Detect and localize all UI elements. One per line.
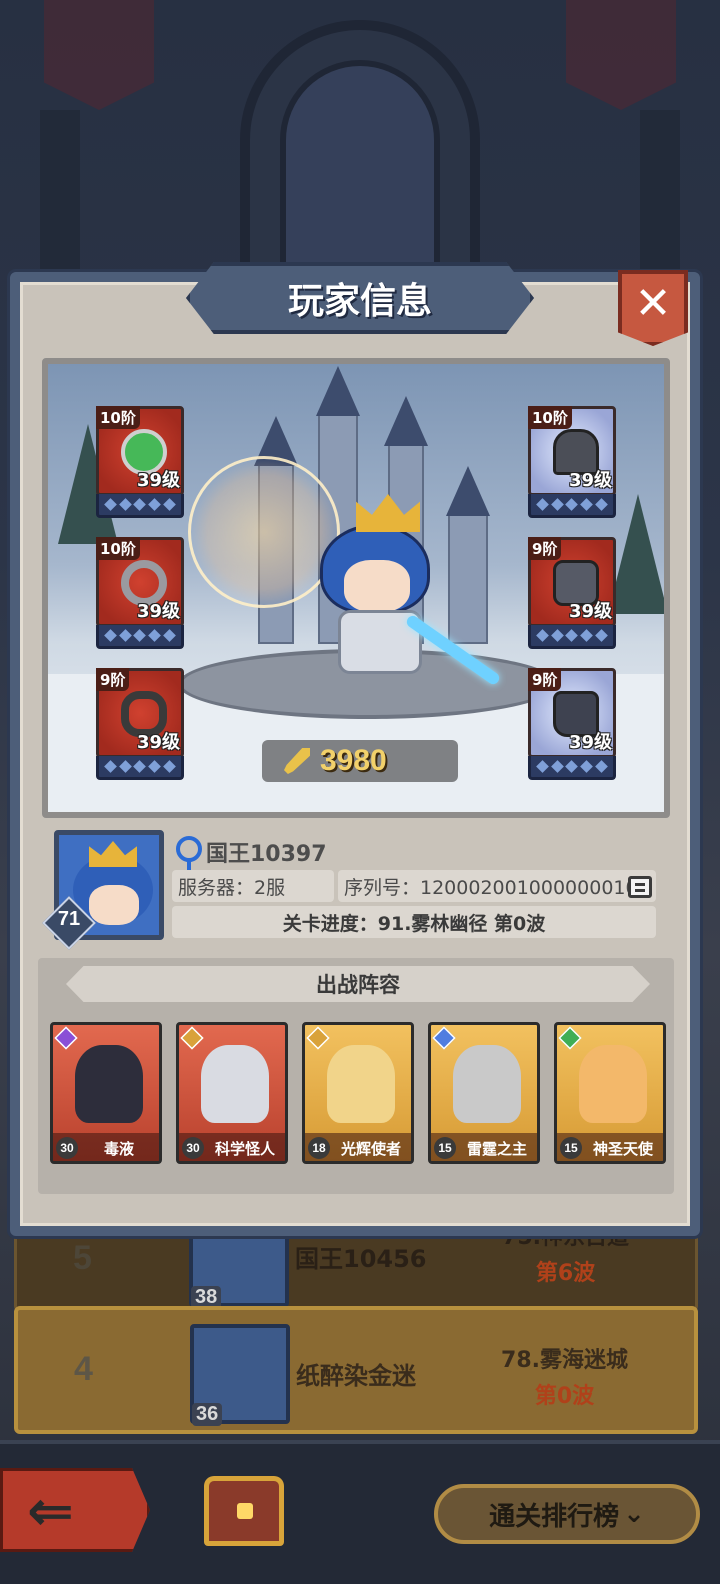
rank-stage-wave: 第0波 bbox=[534, 1384, 595, 1409]
equipment-tier: 9阶 bbox=[96, 668, 130, 691]
hero-character bbox=[302, 494, 502, 704]
server-label: 服务器：2服 bbox=[178, 876, 286, 899]
crown-icon bbox=[356, 494, 420, 532]
hero-portrait bbox=[201, 1045, 269, 1123]
pillar-decoration bbox=[640, 110, 680, 290]
hero-name: 雷霆之主 bbox=[466, 1139, 527, 1158]
combat-power-value: 3980 bbox=[320, 744, 387, 777]
rank-avatar-level: 36 bbox=[192, 1403, 223, 1426]
close-button[interactable]: ✕ bbox=[618, 270, 688, 346]
hero-level: 15 bbox=[434, 1137, 456, 1159]
close-icon: ✕ bbox=[634, 278, 672, 329]
rank-player-name: 纸醉染金迷 bbox=[296, 1362, 416, 1390]
chest-icon[interactable] bbox=[204, 1476, 284, 1546]
combat-power: 3980 bbox=[262, 740, 458, 782]
lineup-title-text: 出战阵容 bbox=[316, 973, 400, 997]
back-arrow-icon: ⇐ bbox=[27, 1479, 74, 1544]
stage-progress-field: 关卡进度：91.雾林幽径 第0波 bbox=[172, 906, 656, 938]
hero-card-angel[interactable]: 神圣天使 15 bbox=[554, 1022, 666, 1164]
rank-stage-wave: 第6波 bbox=[535, 1261, 596, 1286]
back-button[interactable]: ⇐ bbox=[0, 1468, 150, 1552]
star-pips bbox=[96, 756, 184, 780]
rank-stage: 78.雾海迷城 第0波 bbox=[501, 1342, 628, 1410]
hero-portrait bbox=[327, 1045, 395, 1123]
player-level: 71 bbox=[57, 908, 81, 930]
leaderboard-label: 通关排行榜 bbox=[489, 1501, 620, 1532]
hero-name: 科学怪人 bbox=[214, 1139, 275, 1158]
equipment-slot-boots[interactable]: 9阶 39级 bbox=[528, 668, 616, 780]
rank-number: 5 bbox=[73, 1239, 92, 1277]
rank-player-name: 国王10456 bbox=[295, 1245, 427, 1273]
pine-tree-decoration bbox=[608, 494, 664, 614]
rarity-icon bbox=[180, 1026, 204, 1050]
modal-title: 玩家信息 bbox=[287, 281, 432, 322]
rarity-icon bbox=[306, 1026, 330, 1050]
equipment-level: 39级 bbox=[568, 732, 612, 753]
equipment-slot-ring[interactable]: 10阶 39级 bbox=[96, 537, 184, 649]
star-pips bbox=[528, 756, 616, 780]
rarity-icon bbox=[54, 1026, 78, 1050]
hero-level: 15 bbox=[560, 1137, 582, 1159]
equipment-slot-armor[interactable]: 9阶 39级 bbox=[528, 537, 616, 649]
male-gender-icon bbox=[176, 836, 202, 872]
pillar-decoration bbox=[40, 110, 80, 290]
lineup-title: 出战阵容 bbox=[66, 966, 650, 1002]
power-sword-icon bbox=[284, 748, 310, 774]
equipment-tier: 10阶 bbox=[528, 406, 572, 429]
hero-portrait bbox=[579, 1045, 647, 1123]
rank-number: 4 bbox=[74, 1350, 93, 1388]
crown-icon bbox=[89, 841, 137, 867]
hero-card-venom[interactable]: 毒液 30 bbox=[50, 1022, 162, 1164]
serial-label: 序列号：1200020010000000103 bbox=[344, 876, 650, 899]
equipment-slot-bracelet[interactable]: 9阶 39级 bbox=[96, 668, 184, 780]
serial-field: 序列号：1200020010000000103 bbox=[338, 870, 656, 902]
hero-card-scientist[interactable]: 科学怪人 30 bbox=[176, 1022, 288, 1164]
rarity-icon bbox=[558, 1026, 582, 1050]
equipment-level: 39级 bbox=[568, 470, 612, 491]
copy-icon[interactable] bbox=[628, 876, 652, 898]
equipment-slot-amulet[interactable]: 10阶 39级 bbox=[96, 406, 184, 518]
hero-portrait bbox=[453, 1045, 521, 1123]
equipment-level: 39级 bbox=[136, 601, 180, 622]
hero-level: 30 bbox=[182, 1137, 204, 1159]
player-name: 国王10397 bbox=[206, 842, 327, 867]
equipment-level: 39级 bbox=[136, 732, 180, 753]
equipment-level: 39级 bbox=[136, 470, 180, 491]
star-pips bbox=[96, 494, 184, 518]
leaderboard-button[interactable]: 通关排行榜 ⌄ bbox=[434, 1484, 700, 1544]
hero-name: 光辉使者 bbox=[340, 1139, 401, 1158]
rank-stage-name: 78.雾海迷城 bbox=[501, 1348, 628, 1373]
star-pips bbox=[528, 494, 616, 518]
hero-card-radiant[interactable]: 光辉使者 18 bbox=[302, 1022, 414, 1164]
equipment-level: 39级 bbox=[568, 601, 612, 622]
stage-progress-label: 关卡进度：91.雾林幽径 第0波 bbox=[282, 912, 546, 935]
equipment-slot-helmet[interactable]: 10阶 39级 bbox=[528, 406, 616, 518]
equipment-tier: 10阶 bbox=[96, 537, 140, 560]
rank-avatar: 36 bbox=[190, 1324, 290, 1426]
modal-title-plate: 玩家信息 bbox=[186, 262, 534, 334]
star-pips bbox=[96, 625, 184, 649]
chevron-down-icon: ⌄ bbox=[623, 1499, 645, 1529]
window-arch-inner-decoration bbox=[280, 60, 440, 280]
star-pips bbox=[528, 625, 616, 649]
banner-right-decoration bbox=[566, 0, 676, 110]
hero-card-thunder[interactable]: 雷霆之主 15 bbox=[428, 1022, 540, 1164]
rarity-icon bbox=[432, 1026, 456, 1050]
server-field: 服务器：2服 bbox=[172, 870, 334, 902]
hero-level: 18 bbox=[308, 1137, 330, 1159]
hero-portrait bbox=[75, 1045, 143, 1123]
banner-left-decoration bbox=[44, 0, 154, 110]
hero-name: 神圣天使 bbox=[592, 1139, 653, 1158]
rank-row-4[interactable]: 4 36 纸醉染金迷 78.雾海迷城 第0波 bbox=[14, 1306, 698, 1434]
hero-name: 毒液 bbox=[103, 1139, 134, 1158]
equipment-tier: 9阶 bbox=[528, 668, 562, 691]
hero-level: 30 bbox=[56, 1137, 78, 1159]
equipment-tier: 9阶 bbox=[528, 537, 562, 560]
equipment-tier: 10阶 bbox=[96, 406, 140, 429]
